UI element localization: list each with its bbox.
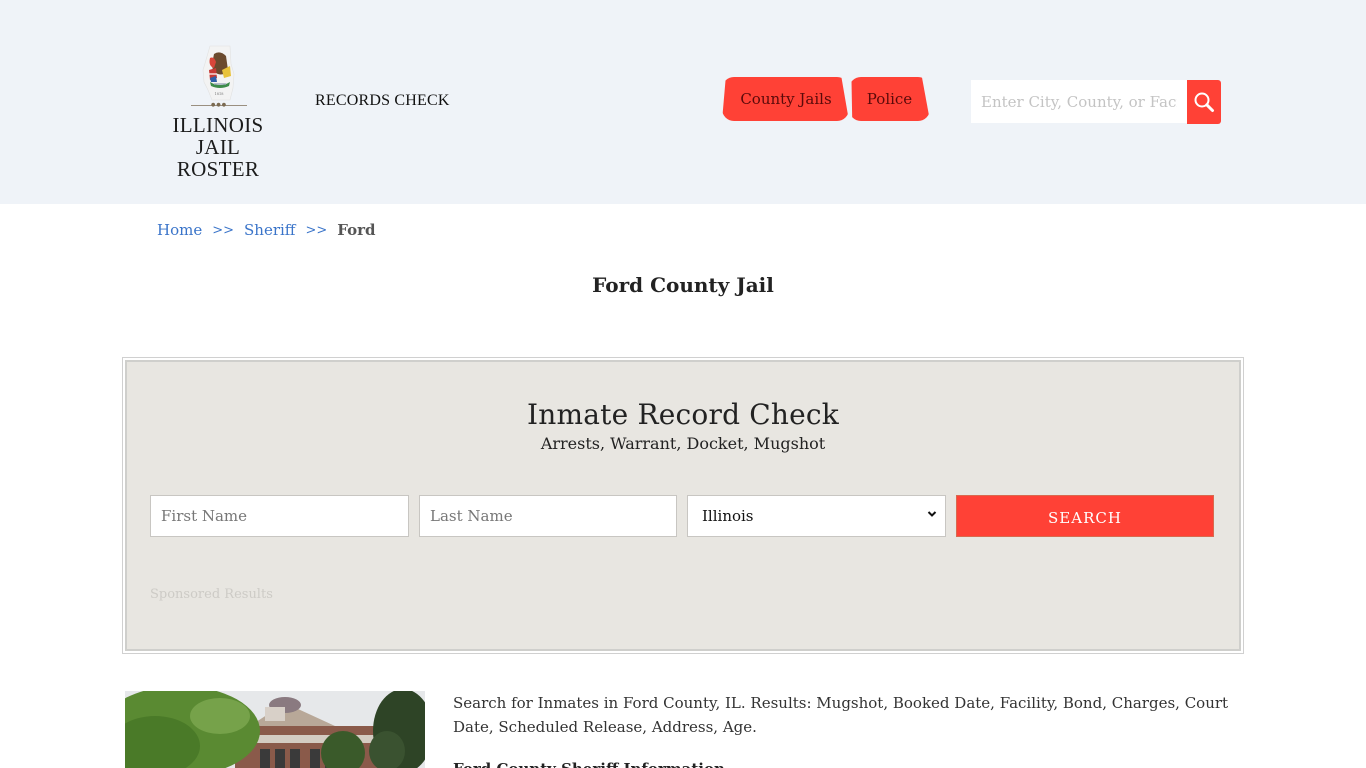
record-check-subtitle: Arrests, Warrant, Docket, Mugshot: [540, 434, 826, 453]
svg-text:1818: 1818: [215, 92, 224, 96]
breadcrumb-current: Ford: [337, 221, 376, 239]
record-check-panel: Inmate Record Check Arrests, Warrant, Do…: [122, 357, 1244, 654]
logo-line-1: ILLINOIS: [172, 113, 264, 137]
record-check-panel-inner: Inmate Record Check Arrests, Warrant, Do…: [125, 360, 1241, 651]
last-name-input[interactable]: [419, 495, 677, 537]
nav-tab-label: County Jails: [740, 90, 832, 108]
sheriff-info-heading: Ford County Sheriff Information: [453, 757, 725, 768]
breadcrumb-separator: >>: [305, 223, 328, 238]
nav-tab-label: Police: [866, 90, 913, 108]
record-check-title: Inmate Record Check: [527, 398, 839, 431]
breadcrumb-separator: >>: [212, 223, 235, 238]
nav-tab-police[interactable]: Police: [849, 77, 930, 121]
logo-line-2: JAIL ROSTER: [176, 135, 260, 181]
search-icon: [1194, 92, 1214, 112]
courthouse-image: [125, 691, 425, 768]
logo-dots: ●●●: [211, 102, 228, 108]
illinois-seal-icon: 1818: [202, 45, 235, 101]
first-name-input[interactable]: [150, 495, 409, 537]
breadcrumb-sheriff[interactable]: Sheriff: [244, 221, 295, 241]
state-select[interactable]: Illinois: [687, 495, 946, 537]
sponsored-results-label: Sponsored Results: [150, 587, 273, 602]
records-check-link[interactable]: RECORDS CHECK: [315, 92, 450, 110]
site-header: 1818 ●●● ILLINOIS JAIL ROSTER RECORDS CH…: [0, 0, 1366, 204]
courthouse-photo: [125, 691, 425, 768]
record-search-button[interactable]: SEARCH: [956, 495, 1214, 537]
site-logo[interactable]: 1818 ●●● ILLINOIS JAIL ROSTER: [153, 44, 283, 180]
site-search-button[interactable]: [1187, 80, 1221, 124]
nav-tab-county-jails[interactable]: County Jails: [722, 77, 850, 121]
breadcrumb-home[interactable]: Home: [157, 221, 202, 241]
site-search-input[interactable]: [971, 80, 1187, 123]
intro-text: Search for Inmates in Ford County, IL. R…: [453, 694, 1229, 736]
page-title: Ford County Jail: [592, 273, 774, 297]
breadcrumb: Home >> Sheriff >> Ford: [157, 221, 376, 241]
logo-text: ILLINOIS JAIL ROSTER: [153, 114, 283, 180]
